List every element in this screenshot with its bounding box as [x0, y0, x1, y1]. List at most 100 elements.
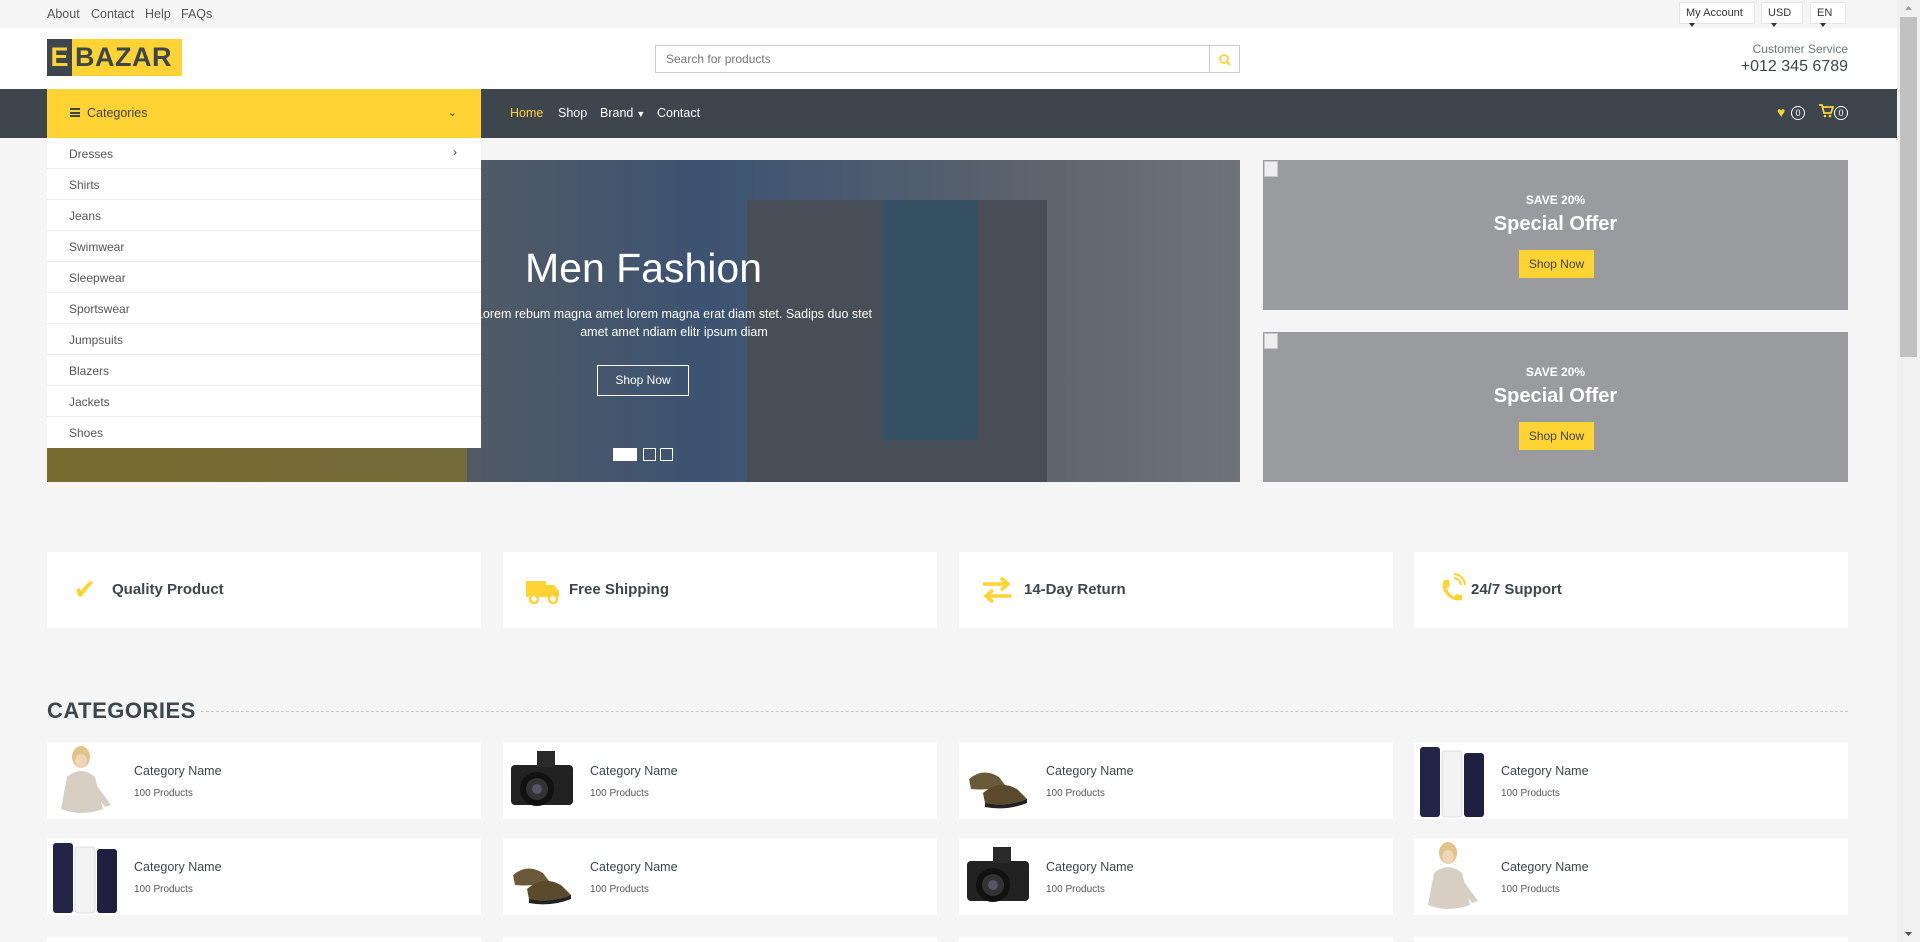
- category-card-partial: [503, 937, 937, 942]
- wishlist-count-badge: 0: [1791, 106, 1805, 120]
- scroll-down-arrow-icon[interactable]: [1897, 925, 1920, 942]
- categories-label: Categories: [87, 106, 148, 120]
- heading-divider: [201, 711, 1848, 712]
- scroll-up-arrow-icon[interactable]: [1897, 0, 1920, 17]
- help-link[interactable]: Help: [145, 7, 171, 21]
- category-menu-item[interactable]: Blazers: [47, 355, 481, 386]
- category-card[interactable]: Category Name 100 Products: [1414, 743, 1848, 819]
- category-card[interactable]: Category Name 100 Products: [1414, 839, 1848, 915]
- category-card[interactable]: Category Name 100 Products: [503, 743, 937, 819]
- logo[interactable]: E BAZAR: [47, 39, 182, 76]
- category-card-partial: [47, 937, 481, 942]
- offer-shop-now-button[interactable]: Shop Now: [1519, 422, 1594, 450]
- category-name: Category Name: [134, 860, 222, 874]
- top-bar: About Contact Help FAQs My Account USD E…: [0, 0, 1897, 28]
- cart-icon[interactable]: [1819, 104, 1835, 121]
- category-name: Category Name: [1046, 764, 1134, 778]
- chevron-down-icon: ▼: [636, 109, 646, 119]
- feature-label: 24/7 Support: [1471, 581, 1562, 598]
- category-menu-label: Sleepwear: [69, 271, 126, 285]
- broken-image-icon: [1264, 333, 1278, 349]
- category-image: [959, 839, 1035, 915]
- about-link[interactable]: About: [47, 7, 80, 21]
- language-label: EN: [1817, 7, 1833, 19]
- category-card[interactable]: Category Name 100 Products: [47, 743, 481, 819]
- check-icon: ✔: [73, 574, 97, 605]
- category-product-count: 100 Products: [1501, 884, 1560, 895]
- customer-service-label: Customer Service: [1752, 42, 1848, 56]
- scrollbar-thumb[interactable]: [1900, 17, 1917, 357]
- feature-return: 14-Day Return: [959, 552, 1393, 628]
- caret-down-icon: [1771, 23, 1777, 28]
- nav-home[interactable]: Home: [510, 106, 543, 120]
- category-menu-item[interactable]: Jackets: [47, 386, 481, 417]
- search-box: [655, 45, 1210, 73]
- truck-icon: [525, 572, 561, 608]
- category-menu-item[interactable]: Jumpsuits: [47, 324, 481, 355]
- faqs-link[interactable]: FAQs: [181, 7, 212, 21]
- nav-contact[interactable]: Contact: [657, 106, 700, 120]
- navbar: Categories ⌄ Home Shop Brand ▼ Contact ♥ …: [0, 89, 1897, 138]
- language-dropdown[interactable]: EN: [1810, 2, 1846, 28]
- hero-text: Lorem rebum magna amet lorem magna erat …: [475, 307, 873, 339]
- category-menu-item[interactable]: Shirts: [47, 169, 481, 200]
- category-card[interactable]: Category Name 100 Products: [47, 839, 481, 915]
- category-image: [47, 839, 123, 915]
- search-button[interactable]: [1210, 45, 1240, 73]
- category-product-count: 100 Products: [590, 884, 649, 895]
- category-product-count: 100 Products: [134, 884, 193, 895]
- category-name: Category Name: [590, 860, 678, 874]
- offer-save-text: SAVE 20%: [1525, 193, 1586, 207]
- currency-dropdown[interactable]: USD: [1761, 2, 1803, 28]
- feature-label: Free Shipping: [569, 581, 670, 598]
- category-menu-label: Jeans: [69, 209, 102, 223]
- category-menu-item[interactable]: Shoes: [47, 417, 481, 448]
- carousel-indicator-2[interactable]: [643, 448, 656, 461]
- categories-heading: CATEGORIES: [47, 698, 196, 723]
- currency-label: USD: [1768, 7, 1792, 19]
- category-menu-label: Swimwear: [69, 240, 125, 254]
- contact-link[interactable]: Contact: [91, 7, 134, 21]
- feature-quality: ✔ Quality Product: [47, 552, 481, 628]
- category-product-count: 100 Products: [590, 788, 649, 799]
- offer-title: Special Offer: [1493, 213, 1618, 235]
- category-image: [959, 743, 1035, 819]
- my-account-dropdown[interactable]: My Account: [1679, 2, 1755, 28]
- category-menu-item[interactable]: Sportswear: [47, 293, 481, 324]
- categories-toggle[interactable]: Categories ⌄: [47, 89, 481, 138]
- category-card[interactable]: Category Name 100 Products: [959, 839, 1393, 915]
- category-menu-item[interactable]: Jeans: [47, 200, 481, 231]
- logo-e: E: [47, 39, 72, 76]
- offer-shop-now-button[interactable]: Shop Now: [1519, 250, 1594, 278]
- category-menu-item[interactable]: Swimwear: [47, 231, 481, 262]
- category-card[interactable]: Category Name 100 Products: [959, 743, 1393, 819]
- category-menu-item[interactable]: Sleepwear: [47, 262, 481, 293]
- category-product-count: 100 Products: [1046, 884, 1105, 895]
- category-product-count: 100 Products: [1501, 788, 1560, 799]
- exchange-icon: [979, 572, 1015, 608]
- search-icon: [1219, 54, 1231, 66]
- category-name: Category Name: [134, 764, 222, 778]
- broken-image-icon: [1264, 161, 1278, 177]
- heart-icon[interactable]: ♥: [1777, 104, 1785, 120]
- hero-shop-now-button[interactable]: Shop Now: [597, 365, 689, 396]
- carousel-indicator-3[interactable]: [660, 448, 673, 461]
- category-menu-label: Shoes: [69, 426, 104, 440]
- category-menu-label: Jumpsuits: [69, 333, 124, 347]
- category-card[interactable]: Category Name 100 Products: [503, 839, 937, 915]
- search-input[interactable]: [656, 46, 1209, 72]
- category-card-partial: [959, 937, 1393, 942]
- nav-brand[interactable]: Brand ▼: [600, 106, 645, 120]
- feature-support: 24/7 Support: [1414, 552, 1848, 628]
- category-image: [503, 743, 579, 819]
- carousel-indicator-1[interactable]: [613, 448, 637, 461]
- offer-banner: SAVE 20% Special Offer Shop Now: [1263, 332, 1848, 482]
- category-menu-item[interactable]: Dresses ›: [47, 138, 481, 169]
- caret-down-icon: [1689, 23, 1695, 28]
- offer-banner: SAVE 20% Special Offer Shop Now: [1263, 160, 1848, 310]
- category-card-partial: [1414, 937, 1848, 942]
- cart-count-badge: 0: [1834, 106, 1848, 120]
- nav-brand-label: Brand: [600, 106, 634, 120]
- nav-shop[interactable]: Shop: [558, 106, 587, 120]
- category-image: [1414, 743, 1490, 819]
